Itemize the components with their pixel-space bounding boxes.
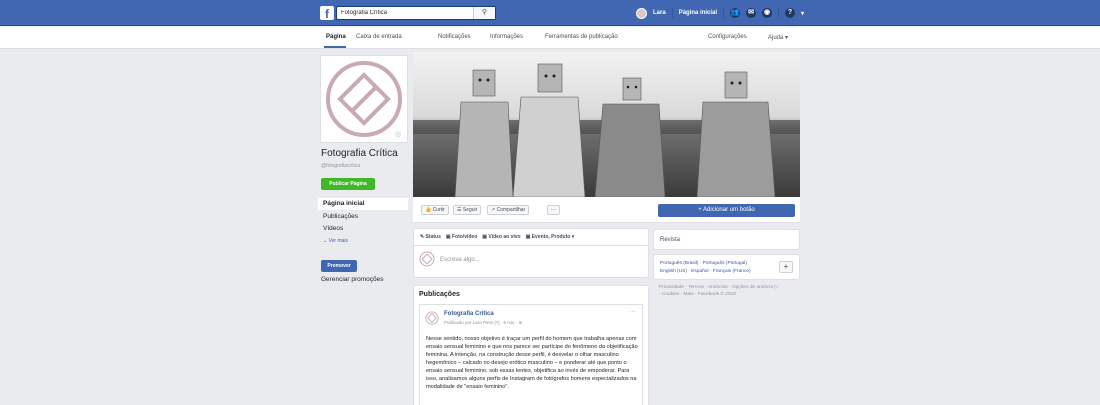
user-avatar[interactable]	[636, 7, 647, 19]
left-navigation: Página inicial Publicações Vídeos ⌄ Ver …	[318, 198, 408, 246]
share-button[interactable]: ↗ Compartilhar	[487, 205, 530, 215]
nav-item-home[interactable]: Página inicial	[318, 198, 408, 210]
friend-requests-icon[interactable]: 👥	[730, 8, 741, 18]
composer-tab-photo-video[interactable]: ▣ Foto/vídeo	[446, 234, 477, 240]
home-link[interactable]: Página inicial	[679, 10, 717, 16]
account-menu-icon[interactable]: ▾	[801, 10, 804, 17]
more-actions-button[interactable]: ···	[547, 205, 560, 215]
active-tab-indicator	[324, 46, 346, 48]
add-button-cta[interactable]: + Adicionar um botão	[658, 204, 795, 217]
page-logo-icon: ◎	[326, 61, 402, 138]
divider	[778, 8, 780, 18]
language-links-row-2[interactable]: English (US) · Español · Français (Franc…	[660, 269, 751, 274]
promote-button[interactable]: Promover	[321, 260, 357, 272]
post-options-icon[interactable]: ···	[629, 308, 636, 315]
publish-page-button[interactable]: Publicar Página	[321, 178, 375, 190]
languages-box: Português (Brasil) · Português (Portugal…	[653, 254, 800, 280]
tab-publishing-tools[interactable]: Ferramentas de publicação	[545, 34, 618, 40]
tab-inbox[interactable]: Caixa de entrada	[356, 34, 402, 40]
composer-tab-live-video[interactable]: ▣ Vídeo ao vivo	[482, 234, 520, 240]
search-box[interactable]: ⚲	[336, 6, 496, 20]
composer-tab-event-product[interactable]: ▣ Evento, Produto ▾	[526, 234, 575, 240]
cover-photo[interactable]	[413, 52, 800, 197]
post-card: Fotografia Crítica Publicado por Lara Pi…	[419, 304, 643, 405]
facebook-logo-icon[interactable]: f	[320, 6, 334, 21]
see-more-link[interactable]: ⌄ Ver mais	[318, 236, 408, 246]
post-text: Nesse sentido, nosso objetivo é traçar u…	[426, 336, 638, 390]
publications-section: Publicações Fotografia Crítica Publicado…	[413, 285, 649, 405]
post-author-link[interactable]: Fotografia Crítica	[444, 311, 494, 317]
page-tabs-bar: Página Caixa de entrada Notificações Inf…	[0, 27, 1100, 49]
add-language-button[interactable]: +	[779, 261, 793, 273]
page-handle[interactable]: @fotografiacritica	[321, 163, 360, 169]
help-icon[interactable]: ?	[785, 8, 796, 18]
language-links-row-1[interactable]: Português (Brasil) · Português (Portugal…	[660, 261, 747, 266]
tab-page[interactable]: Página	[326, 34, 346, 40]
revista-box[interactable]: Revista	[653, 229, 800, 250]
manage-promotions-link[interactable]: Gerenciar promoções	[321, 276, 384, 283]
post-composer: ✎ Status ▣ Foto/vídeo ▣ Vídeo ao vivo ▣ …	[413, 228, 649, 278]
post-author-avatar-icon[interactable]	[425, 311, 439, 325]
search-icon[interactable]: ⚲	[473, 7, 495, 19]
tab-help[interactable]: Ajuda ▾	[768, 34, 788, 41]
like-button[interactable]: 👍 Curtir	[421, 205, 449, 215]
page-avatar-icon	[419, 251, 435, 267]
tab-settings[interactable]: Configurações	[708, 34, 747, 40]
composer-tab-status[interactable]: ✎ Status	[420, 234, 441, 240]
user-name-link[interactable]: Lara	[653, 10, 666, 16]
messages-icon[interactable]: ✉	[746, 8, 757, 18]
footer-links[interactable]: Privacidade · Termos · Anúncios · Opções…	[659, 285, 779, 298]
tab-info[interactable]: Informações	[490, 34, 523, 40]
search-input[interactable]	[337, 7, 477, 19]
notifications-icon[interactable]: ◉	[762, 8, 773, 18]
publications-title: Publicações	[419, 291, 460, 298]
post-meta: Publicado por Lara Pinto [?] · 9 min · ⊛	[444, 320, 523, 325]
nav-item-videos[interactable]: Vídeos	[318, 223, 408, 235]
page-title: Fotografia Crítica	[321, 148, 398, 159]
profile-picture[interactable]: ◎	[320, 55, 408, 143]
composer-input[interactable]: Escreva algo...	[440, 257, 480, 263]
top-right-controls: Lara Página inicial 👥 ✉ ◉ ? ▾	[636, 7, 804, 19]
nav-item-posts[interactable]: Publicações	[318, 211, 408, 223]
composer-tabs: ✎ Status ▣ Foto/vídeo ▣ Vídeo ao vivo ▣ …	[420, 234, 574, 240]
divider	[671, 8, 673, 18]
top-navigation-bar: f ⚲ Lara Página inicial 👥 ✉ ◉ ? ▾	[0, 0, 1100, 26]
divider	[723, 8, 725, 18]
svg-text:◎: ◎	[395, 130, 401, 138]
revista-label: Revista	[660, 237, 681, 243]
divider	[414, 245, 648, 246]
tab-notifications[interactable]: Notificações	[438, 34, 471, 40]
follow-button[interactable]: ☰ Seguir	[453, 205, 482, 215]
cover-photo-image	[413, 52, 800, 197]
